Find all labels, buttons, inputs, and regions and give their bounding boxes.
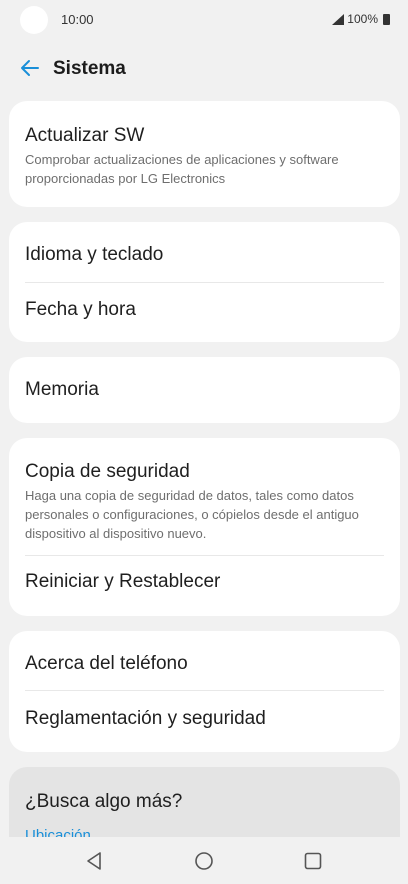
battery-icon [383,13,390,25]
settings-item-acerca[interactable]: Acerca del teléfono [9,631,400,691]
item-label: Reglamentación y seguridad [25,708,266,729]
status-bar: 10:00 100% [0,0,408,40]
back-arrow-icon[interactable] [18,56,42,80]
settings-item-idioma[interactable]: Idioma y teclado [9,222,400,283]
page-title: Sistema [53,58,126,79]
item-label: Memoria [25,379,99,400]
item-label: Reiniciar y Restablecer [25,571,221,592]
camera-cutout [20,6,48,34]
card-backup-reset: Copia de seguridad Haga una copia de seg… [9,438,400,616]
battery-percent: 100% [347,12,378,26]
item-subtitle: Haga una copia de seguridad de datos, ta… [25,488,359,541]
item-label: Actualizar SW [25,125,145,146]
search-more-title: ¿Busca algo más? [25,791,183,812]
settings-item-copia[interactable]: Copia de seguridad Haga una copia de seg… [9,438,400,556]
status-icons: 100% [332,12,390,26]
app-bar: Sistema [0,48,408,88]
item-label: Acerca del teléfono [25,653,188,674]
settings-item-fecha[interactable]: Fecha y hora [9,283,400,342]
settings-item-actualizar-sw[interactable]: Actualizar SW Comprobar actualizaciones … [9,101,400,207]
navigation-bar [0,838,408,884]
settings-item-reiniciar[interactable]: Reiniciar y Restablecer [9,556,400,616]
nav-recents-icon[interactable] [302,850,324,872]
card-software-update: Actualizar SW Comprobar actualizaciones … [9,101,400,207]
card-memory: Memoria [9,357,400,423]
card-language-date: Idioma y teclado Fecha y hora [9,222,400,342]
item-subtitle: Comprobar actualizaciones de aplicacione… [25,152,339,186]
search-more-card: ¿Busca algo más? Ubicación [9,767,400,837]
settings-item-reglamentacion[interactable]: Reglamentación y seguridad [9,691,400,752]
card-about: Acerca del teléfono Reglamentación y seg… [9,631,400,752]
item-label: Fecha y hora [25,299,136,320]
item-label: Copia de seguridad [25,461,190,482]
item-label: Idioma y teclado [25,244,164,265]
signal-icon [332,13,345,25]
settings-item-memoria[interactable]: Memoria [9,357,400,423]
nav-back-icon[interactable] [84,850,106,872]
search-more-link[interactable]: Ubicación [25,827,91,837]
nav-home-icon[interactable] [193,850,215,872]
status-time: 10:00 [61,12,94,27]
